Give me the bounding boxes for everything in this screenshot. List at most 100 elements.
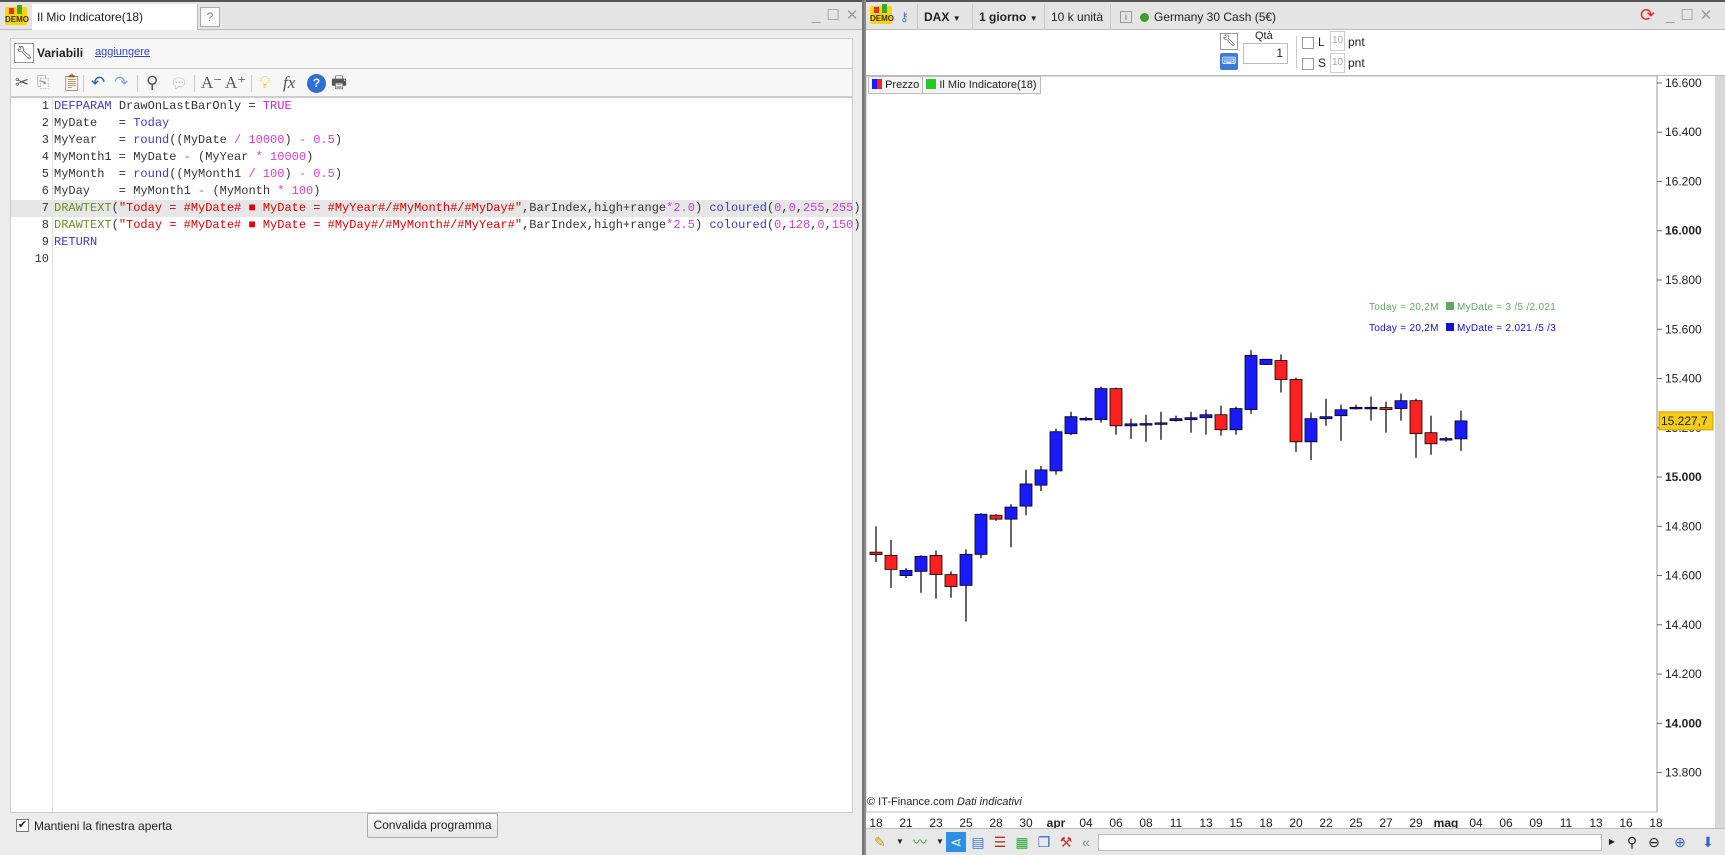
help-icon[interactable]: ?	[307, 74, 326, 93]
code-line[interactable]: 6 MyDay = MyMonth1 - (MyMonth * 100)	[11, 183, 852, 200]
windows-icon[interactable]: ❐	[1034, 832, 1054, 852]
code-line[interactable]: 8 DRAWTEXT("Today = #MyDate# ■ MyDate = #…	[11, 217, 861, 234]
candle-body[interactable]	[1049, 431, 1063, 472]
help-document-icon[interactable]: ?	[200, 7, 220, 27]
candle-body[interactable]	[1274, 360, 1288, 380]
instrument-selector[interactable]: DAX ▼	[918, 4, 973, 30]
auto-zoom-icon[interactable]: ⚲	[1622, 832, 1642, 852]
zoom-out-icon[interactable]: ⊖	[1644, 832, 1664, 852]
short-points-input[interactable]: 10	[1330, 53, 1345, 73]
legend-item-indicator[interactable]: Il Mio Indicatore(18)	[923, 77, 1039, 93]
maximize-button[interactable]: ☐	[826, 7, 845, 24]
code-line[interactable]: 2 MyDate = Today	[11, 115, 852, 132]
table-icon[interactable]: ▦	[1012, 832, 1032, 852]
info-icon[interactable]: i	[1120, 11, 1132, 23]
candle-body[interactable]	[1004, 506, 1018, 520]
keyboard-icon[interactable]: ⌨	[1220, 53, 1238, 70]
candle-body[interactable]	[1139, 423, 1153, 426]
candle-body[interactable]	[1079, 418, 1093, 421]
cut-icon[interactable]: ✂	[15, 73, 29, 93]
candle-body[interactable]	[1304, 418, 1318, 443]
candle-body[interactable]	[1034, 469, 1048, 486]
short-checkbox[interactable]	[1302, 58, 1314, 70]
horizontal-scrollbar[interactable]	[1098, 834, 1602, 851]
vertical-scrollbar[interactable]	[1715, 76, 1725, 828]
candle-body[interactable]	[1019, 483, 1033, 507]
increase-font-icon[interactable]: A⁺	[225, 73, 246, 93]
candle-body[interactable]	[1454, 420, 1468, 440]
candle-body[interactable]	[1184, 417, 1198, 421]
close-button[interactable]: ✕	[846, 7, 865, 24]
candle-body[interactable]	[989, 514, 1003, 520]
candle-body[interactable]	[1109, 388, 1123, 427]
scroll-start-icon[interactable]: «	[1076, 832, 1096, 852]
link-icon[interactable]: ⚷	[896, 4, 918, 30]
comment-icon[interactable]: 💬︎	[170, 73, 188, 93]
indicators-icon[interactable]: 〰	[910, 832, 930, 852]
candle-body[interactable]	[1319, 416, 1333, 420]
long-points-input[interactable]: 10	[1330, 31, 1345, 51]
maximize-button[interactable]: ☐	[1680, 7, 1699, 24]
long-checkbox[interactable]	[1302, 37, 1314, 49]
candle-body[interactable]	[959, 553, 973, 586]
code-line[interactable]: 1 DEFPARAM DrawOnLastBarOnly = TRUE	[11, 98, 852, 115]
price-chart[interactable]: 13.800 14.000 14.200 14.400 14.600 14.800 15.0…	[866, 76, 1725, 828]
candle-body[interactable]	[1169, 418, 1183, 422]
candle-body[interactable]	[1244, 354, 1258, 410]
drawing-tools-icon[interactable]: ✎	[870, 832, 890, 852]
wrench-icon[interactable]: 🔧︎	[14, 43, 34, 63]
add-variable-link[interactable]: aggiungere	[95, 46, 150, 58]
units-selector[interactable]: 10 k unità ▼	[1045, 4, 1111, 49]
candle-body[interactable]	[1379, 407, 1393, 410]
candle-body[interactable]	[944, 574, 958, 588]
code-editor[interactable]: 1 DEFPARAM DrawOnLastBarOnly = TRUE 2 MyDat…	[10, 97, 861, 813]
candle-body[interactable]	[974, 513, 988, 555]
timeframe-selector[interactable]: 1 giorno ▼	[973, 4, 1045, 30]
candle-body[interactable]	[884, 554, 898, 570]
tab-indicator[interactable]: Il Mio Indicatore(18)	[32, 4, 198, 30]
candle-body[interactable]	[869, 551, 883, 556]
code-line[interactable]: 7 DRAWTEXT("Today = #MyDate# ■ MyDate = #…	[11, 200, 861, 217]
list-icon[interactable]: ☰	[990, 832, 1010, 852]
code-lines[interactable]: 1 DEFPARAM DrawOnLastBarOnly = TRUE 2 MyDat…	[11, 98, 861, 268]
chart-settings-icon[interactable]: ⚒	[1056, 832, 1076, 852]
candle-body[interactable]	[1409, 400, 1423, 435]
copy-icon[interactable]: ⎘	[37, 73, 49, 93]
redo-icon[interactable]: ↷	[114, 73, 128, 93]
candle-body[interactable]	[1364, 406, 1378, 410]
candle-body[interactable]	[929, 554, 943, 575]
candle-body[interactable]	[1229, 408, 1243, 431]
minimize-button[interactable]: _	[812, 7, 826, 24]
search-icon[interactable]: ⚲	[146, 73, 158, 93]
candle-body[interactable]	[1334, 409, 1348, 417]
candle-body[interactable]	[1259, 358, 1273, 365]
candle-body[interactable]	[1094, 388, 1108, 421]
candle-body[interactable]	[1214, 414, 1228, 431]
paste-icon[interactable]: 📋︎	[61, 73, 83, 93]
refresh-icon[interactable]: ⟳	[1640, 5, 1655, 26]
panel-options-icon[interactable]: ⬇	[1698, 832, 1718, 852]
plot-area[interactable]	[866, 76, 1658, 813]
chevron-down-icon[interactable]: ▼	[890, 832, 910, 852]
scroll-right-icon[interactable]: ▶	[1602, 832, 1622, 852]
candle-body[interactable]	[1064, 416, 1078, 435]
minimize-button[interactable]: _	[1666, 7, 1680, 24]
candle-body[interactable]	[1154, 422, 1168, 425]
code-line[interactable]: 10	[11, 251, 852, 268]
comment-icon[interactable]: ▤	[968, 832, 988, 852]
decrease-font-icon[interactable]: A⁻	[201, 73, 222, 93]
undo-icon[interactable]: ↶	[91, 73, 105, 93]
wrench-icon[interactable]: 🔧︎	[1220, 33, 1238, 50]
candle-body[interactable]	[1349, 406, 1363, 410]
print-icon[interactable]: 🖶	[331, 73, 347, 93]
candle-body[interactable]	[1424, 432, 1438, 445]
candle-body[interactable]	[1439, 438, 1453, 441]
candle-body[interactable]	[914, 555, 928, 572]
keep-open-checkbox[interactable]: ✔	[16, 819, 29, 832]
code-line[interactable]: 9 RETURN	[11, 234, 852, 251]
code-line[interactable]: 4 MyMonth1 = MyDate - (MyYear * 10000)	[11, 149, 852, 166]
function-icon[interactable]: fx	[283, 73, 295, 93]
candle-body[interactable]	[899, 569, 913, 576]
validate-program-button[interactable]: Convalida programma	[367, 813, 498, 838]
candle-body[interactable]	[1124, 423, 1138, 427]
